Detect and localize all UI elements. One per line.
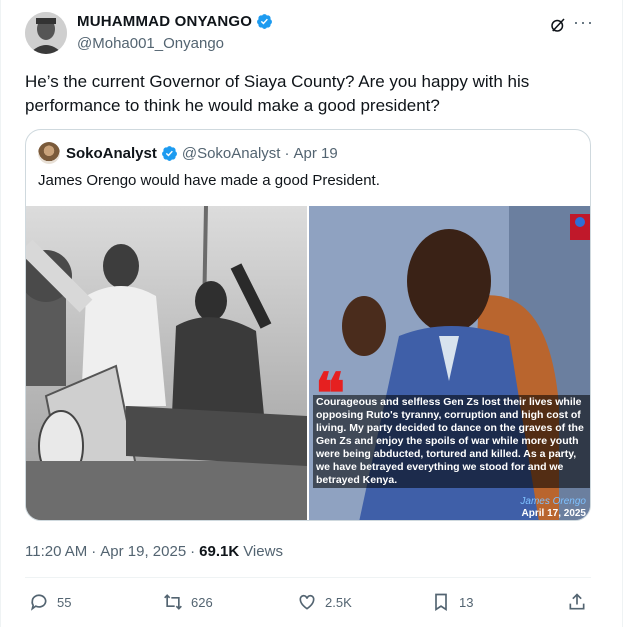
repost-icon xyxy=(164,594,182,610)
overlay-attribution-date: April 17, 2025 xyxy=(521,508,586,519)
meta-separator: · xyxy=(190,543,196,560)
author-avatar[interactable] xyxy=(25,12,67,54)
divider xyxy=(25,577,591,578)
like-count: 2.5K xyxy=(325,594,352,610)
quoted-separator: · xyxy=(284,144,290,162)
tweet-date[interactable]: Apr 19, 2025 xyxy=(100,543,186,560)
repost-button[interactable]: 626 xyxy=(163,592,213,612)
quoted-tweet-text: James Orengo would have made a good Pres… xyxy=(38,172,380,189)
like-button[interactable]: 2.5K xyxy=(297,592,352,612)
author-name[interactable]: MUHAMMAD ONYANGO xyxy=(77,13,252,30)
quoted-date[interactable]: Apr 19 xyxy=(293,145,337,162)
quoted-author-name[interactable]: SokoAnalyst xyxy=(66,145,157,162)
quoted-author-handle[interactable]: @SokoAnalyst xyxy=(182,145,281,162)
quoted-photo-left[interactable] xyxy=(26,206,307,520)
repost-count: 626 xyxy=(191,594,213,610)
bookmark-button[interactable]: 13 xyxy=(431,592,473,612)
quoted-avatar[interactable] xyxy=(38,142,60,164)
verified-badge-icon xyxy=(161,145,177,161)
tweet-card: MUHAMMAD ONYANGO @Moha001_Onyango ··· He… xyxy=(0,0,623,627)
reply-count: 55 xyxy=(57,594,72,610)
action-bar: 55 626 2.5K 13 xyxy=(25,592,591,616)
channel-logo-icon xyxy=(570,214,590,240)
tweet-text: He’s the current Governor of Siaya Count… xyxy=(25,72,530,115)
overlay-attribution-name: James Orengo xyxy=(520,496,586,507)
author-handle[interactable]: @Moha001_Onyango xyxy=(77,35,224,52)
quoted-tweet-header: SokoAnalyst @SokoAnalyst · Apr 19 xyxy=(38,142,338,164)
tweet-meta: 11:20 AM · Apr 19, 2025 · 69.1K Views xyxy=(25,543,283,560)
like-icon xyxy=(299,594,315,610)
share-button[interactable] xyxy=(567,592,587,612)
share-icon xyxy=(569,593,585,610)
verified-badge-icon xyxy=(257,14,273,29)
quoted-photo-right[interactable]: ❝ Courageous and selfless Gen Zs lost th… xyxy=(309,206,590,520)
more-icon[interactable]: ··· xyxy=(573,12,594,33)
reply-icon xyxy=(30,594,47,611)
overlay-quote-text: Courageous and selfless Gen Zs lost thei… xyxy=(313,395,590,488)
tweet-time[interactable]: 11:20 AM xyxy=(25,543,87,560)
reply-button[interactable]: 55 xyxy=(29,592,71,612)
views-count[interactable]: 69.1K xyxy=(199,543,239,560)
bookmark-icon xyxy=(435,593,447,612)
grok-icon[interactable] xyxy=(549,16,567,34)
quoted-tweet[interactable]: SokoAnalyst @SokoAnalyst · Apr 19 James … xyxy=(25,129,591,521)
bookmark-count: 13 xyxy=(459,594,474,610)
views-label: Views xyxy=(243,543,283,560)
author-name-row[interactable]: MUHAMMAD ONYANGO xyxy=(77,13,273,30)
meta-separator: · xyxy=(91,543,97,560)
